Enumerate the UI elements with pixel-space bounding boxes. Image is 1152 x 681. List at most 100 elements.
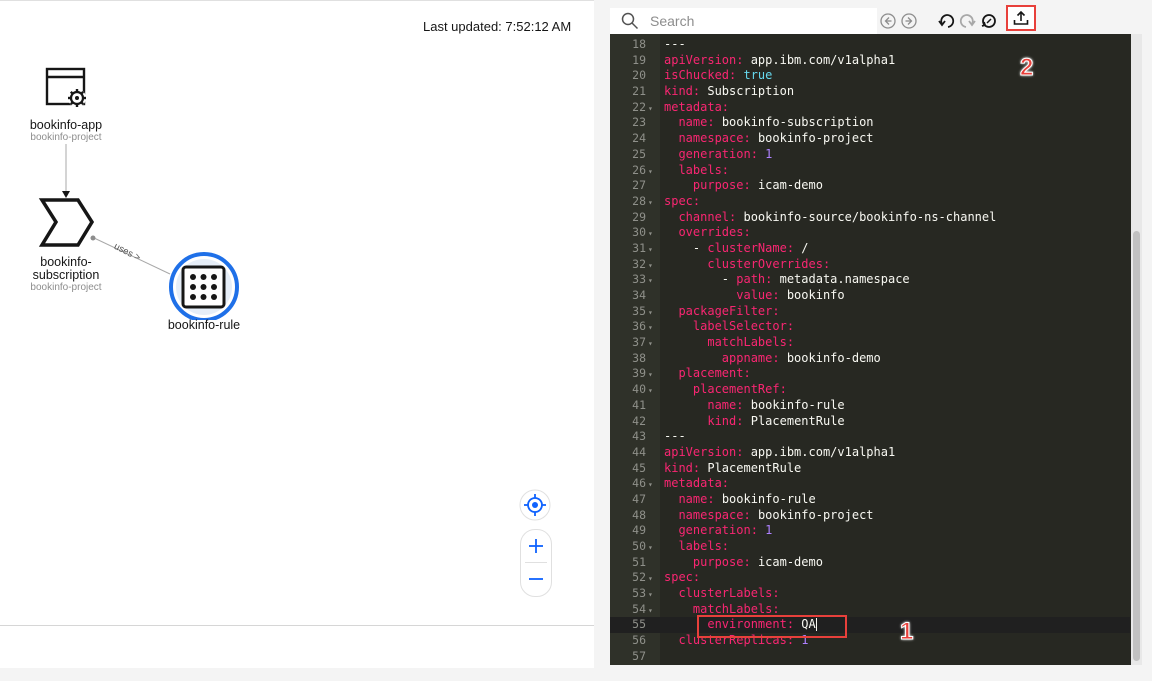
- scrollbar[interactable]: [1131, 34, 1142, 665]
- code-line[interactable]: 33 ▾ - path: metadata.namespace: [610, 272, 1130, 288]
- fold-toggle-icon[interactable]: ▾: [646, 477, 664, 493]
- fold-toggle-icon[interactable]: ▾: [646, 367, 664, 383]
- fold-toggle-icon[interactable]: ▾: [646, 305, 664, 321]
- code-line[interactable]: 57: [610, 649, 1130, 665]
- line-number: 39: [632, 366, 646, 381]
- code-line[interactable]: 18 ---: [610, 37, 1130, 53]
- code-token: icam-demo: [757, 554, 823, 569]
- line-number: 28: [632, 193, 646, 208]
- code-line[interactable]: 56 clusterReplicas: 1: [610, 633, 1130, 649]
- editor-toolbar: [610, 5, 1132, 34]
- code-token: kind:: [707, 413, 751, 428]
- next-match-icon[interactable]: [900, 12, 918, 30]
- code-line[interactable]: 48 namespace: bookinfo-project: [610, 508, 1130, 524]
- code-line[interactable]: 42 kind: PlacementRule: [610, 414, 1130, 430]
- code-line[interactable]: 44 apiVersion: app.ibm.com/v1alpha1: [610, 445, 1130, 461]
- application-icon[interactable]: [44, 66, 92, 117]
- code-line[interactable]: 37 ▾ matchLabels:: [610, 335, 1130, 351]
- undo-icon[interactable]: [938, 12, 956, 30]
- code-line[interactable]: 50 ▾ labels:: [610, 539, 1130, 555]
- fold-toggle-icon[interactable]: ▾: [646, 571, 664, 587]
- line-number: 31: [632, 240, 646, 255]
- fold-toggle-icon[interactable]: ▾: [646, 383, 664, 399]
- code-line[interactable]: 52 ▾ spec:: [610, 570, 1130, 586]
- prev-match-icon[interactable]: [879, 12, 897, 30]
- code-token: generation:: [678, 146, 766, 161]
- code-line[interactable]: 30 ▾ overrides:: [610, 225, 1130, 241]
- fold-toggle-icon[interactable]: ▾: [646, 540, 664, 556]
- search-input[interactable]: [650, 10, 870, 32]
- code-line[interactable]: 29 channel: bookinfo-source/bookinfo-ns-…: [610, 210, 1130, 226]
- code-line[interactable]: 35 ▾ packageFilter:: [610, 304, 1130, 320]
- subscription-icon[interactable]: [38, 197, 96, 254]
- code-token: namespace:: [678, 507, 758, 522]
- fold-toggle-icon[interactable]: ▾: [646, 242, 664, 258]
- search-icon: [621, 12, 639, 30]
- code-line[interactable]: 32 ▾ clusterOverrides:: [610, 257, 1130, 273]
- code-line[interactable]: 55 environment: QA: [610, 617, 1130, 634]
- fold-toggle-icon[interactable]: ▾: [646, 258, 664, 274]
- line-number: 23: [632, 115, 646, 130]
- code-line[interactable]: 54 ▾ matchLabels:: [610, 602, 1130, 618]
- code-line[interactable]: 49 generation: 1: [610, 523, 1130, 539]
- code-line[interactable]: 19 apiVersion: app.ibm.com/v1alpha1: [610, 53, 1130, 69]
- fold-toggle-icon[interactable]: ▾: [646, 587, 664, 603]
- code-line[interactable]: 21 kind: Subscription: [610, 84, 1130, 100]
- code-token: bookinfo-rule: [721, 491, 816, 506]
- recenter-button[interactable]: [519, 489, 551, 521]
- yaml-editor[interactable]: 18 --- 19 apiVersion: app.ibm.com/v1alpha1 2…: [610, 34, 1142, 665]
- fold-toggle-icon[interactable]: ▾: [646, 164, 664, 180]
- reset-icon[interactable]: [980, 12, 998, 30]
- code-token: app.ibm.com/v1alpha1: [750, 52, 896, 67]
- code-line[interactable]: 28 ▾ spec:: [610, 194, 1130, 210]
- line-number: 18: [632, 37, 646, 51]
- code-line[interactable]: 46 ▾ metadata:: [610, 476, 1130, 492]
- fold-toggle-icon[interactable]: ▾: [646, 101, 664, 117]
- code-token: labelSelector:: [692, 319, 795, 334]
- line-number: 24: [632, 131, 646, 146]
- code-line[interactable]: 20 isChucked: true: [610, 68, 1130, 84]
- redo-icon[interactable]: [958, 12, 976, 30]
- fold-toggle-icon[interactable]: ▾: [646, 226, 664, 242]
- fold-toggle-icon[interactable]: ▾: [646, 320, 664, 336]
- code-line[interactable]: 39 ▾ placement:: [610, 366, 1130, 382]
- code-token: -: [664, 240, 708, 255]
- code-line[interactable]: 40 ▾ placementRef:: [610, 382, 1130, 398]
- code-line[interactable]: 23 name: bookinfo-subscription: [610, 115, 1130, 131]
- code-area[interactable]: 18 --- 19 apiVersion: app.ibm.com/v1alpha1 2…: [610, 37, 1130, 665]
- placement-rule-icon[interactable]: [168, 252, 242, 325]
- code-line[interactable]: 26 ▾ labels:: [610, 163, 1130, 179]
- search-box[interactable]: [610, 8, 877, 34]
- minus-icon[interactable]: [528, 571, 544, 587]
- code-line[interactable]: 25 generation: 1: [610, 147, 1130, 163]
- code-line[interactable]: 22 ▾ metadata:: [610, 100, 1130, 116]
- plus-icon[interactable]: [528, 538, 544, 554]
- code-line[interactable]: 47 name: bookinfo-rule: [610, 492, 1130, 508]
- code-line[interactable]: 41 name: bookinfo-rule: [610, 398, 1130, 414]
- code-line[interactable]: 45 kind: PlacementRule: [610, 461, 1130, 477]
- code-token: metadata:: [664, 476, 730, 491]
- line-number: 30: [632, 225, 646, 240]
- code-line[interactable]: 38 appname: bookinfo-demo: [610, 351, 1130, 367]
- code-token: overrides:: [678, 225, 751, 240]
- fold-toggle-icon[interactable]: ▾: [646, 195, 664, 211]
- code-line[interactable]: 43 ---: [610, 429, 1130, 445]
- scrollbar-thumb[interactable]: [1133, 231, 1140, 661]
- code-line[interactable]: 36 ▾ labelSelector:: [610, 319, 1130, 335]
- fold-toggle-icon[interactable]: ▾: [646, 273, 664, 289]
- fold-toggle-icon[interactable]: ▾: [646, 603, 664, 619]
- upload-button[interactable]: [1006, 5, 1036, 31]
- code-line[interactable]: 31 ▾ - clusterName: /: [610, 241, 1130, 257]
- code-line[interactable]: 34 value: bookinfo: [610, 288, 1130, 304]
- line-number: 20: [632, 68, 646, 83]
- code-line[interactable]: 53 ▾ clusterLabels:: [610, 586, 1130, 602]
- code-line[interactable]: 51 purpose: icam-demo: [610, 555, 1130, 571]
- code-line[interactable]: 24 namespace: bookinfo-project: [610, 131, 1130, 147]
- code-line[interactable]: 27 purpose: icam-demo: [610, 178, 1130, 194]
- fold-toggle-icon[interactable]: ▾: [646, 336, 664, 352]
